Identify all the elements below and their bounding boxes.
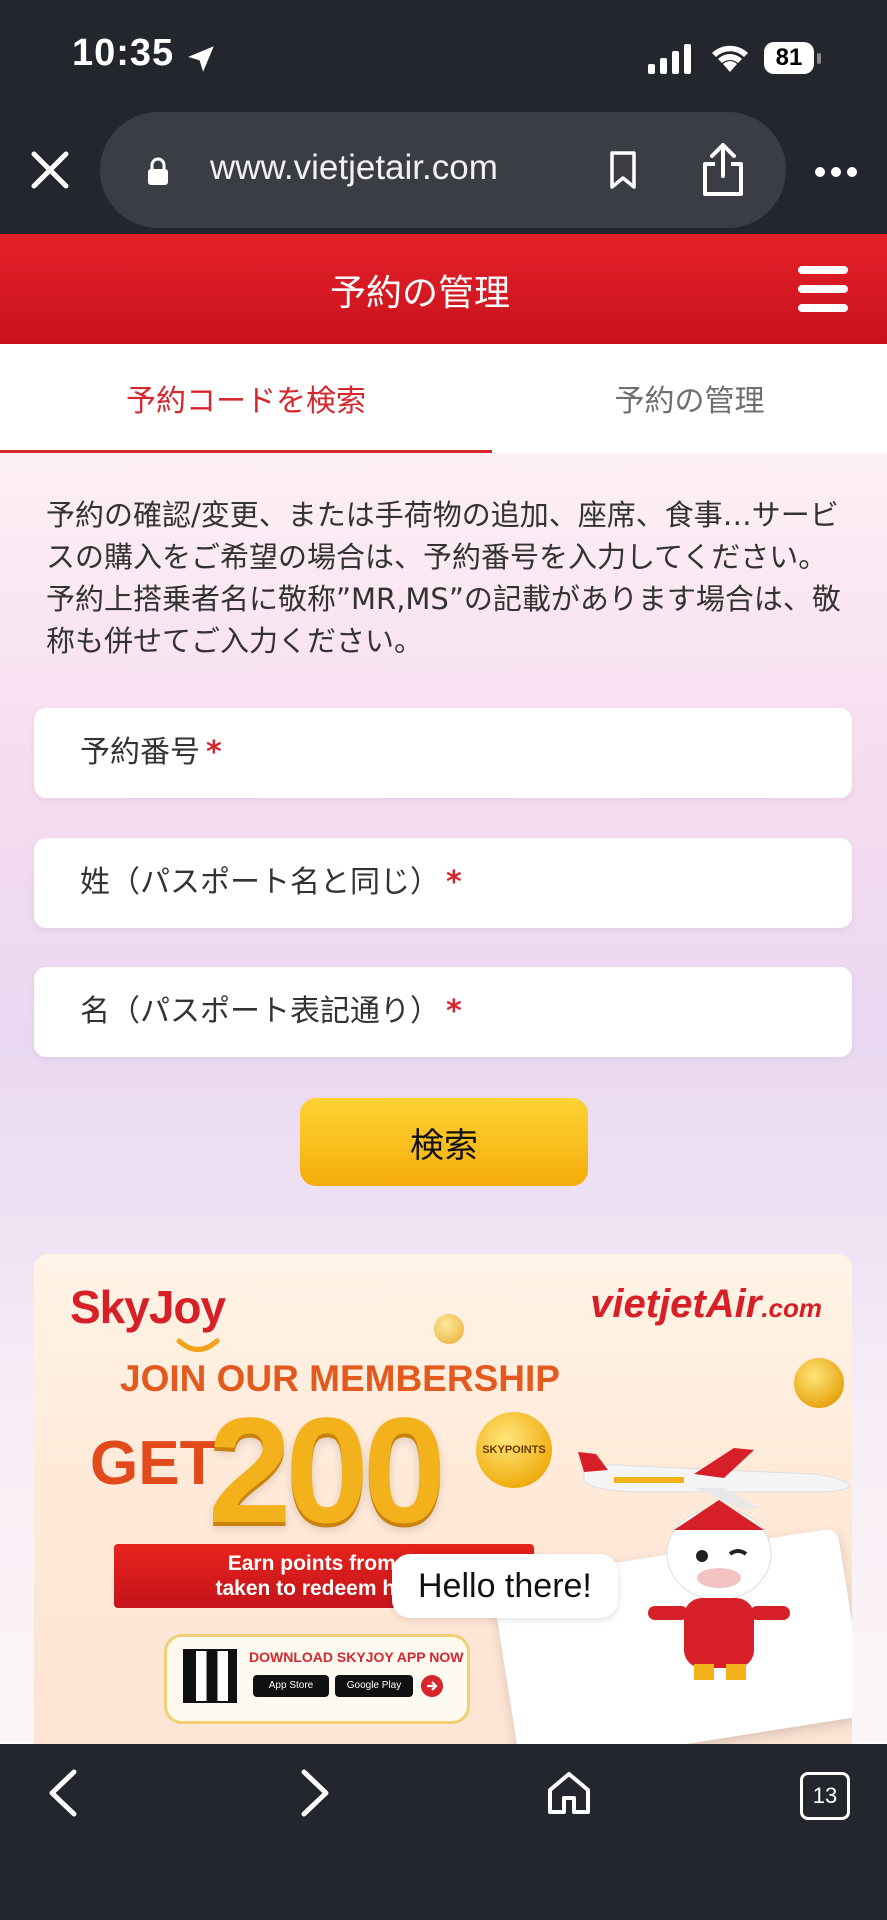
status-time: 10:35: [72, 32, 175, 74]
required-mark: *: [446, 994, 462, 1029]
first-name-field[interactable]: 名（パスポート表記通り） *: [34, 967, 852, 1057]
mascot-icon: [648, 1500, 790, 1680]
download-app-text: DOWNLOAD SKYJOY APP NOW: [249, 1649, 464, 1665]
forward-icon[interactable]: [298, 1768, 332, 1818]
download-app-box[interactable]: DOWNLOAD SKYJOY APP NOW App Store Google…: [164, 1634, 470, 1724]
vietjet-logo: vietjetAir.com: [590, 1282, 822, 1326]
tab-manage-booking[interactable]: 予約の管理: [492, 344, 887, 452]
google-play-badge[interactable]: Google Play: [335, 1675, 413, 1697]
battery-level: 81: [764, 42, 814, 74]
tabs-count-button[interactable]: 13: [800, 1772, 850, 1820]
share-icon[interactable]: [700, 142, 746, 198]
more-options-icon[interactable]: [814, 166, 858, 178]
skyjoy-logo: SkyJoy: [70, 1281, 226, 1333]
url-text[interactable]: www.vietjetair.com: [210, 148, 498, 188]
wifi-icon: [712, 45, 748, 72]
qr-code-icon: [183, 1649, 237, 1703]
skyjoy-promo-banner[interactable]: SkyJoy vietjetAir.com JOIN OUR MEMBERSHI…: [34, 1254, 852, 1744]
lock-icon: [148, 157, 168, 185]
required-mark: *: [446, 865, 462, 900]
browser-bottom-bar: [0, 1744, 887, 1920]
last-name-field[interactable]: 姓（パスポート名と同じ） *: [34, 838, 852, 928]
coin-decoration-icon: [434, 1314, 464, 1344]
skyjoy-smile-icon: [176, 1338, 220, 1352]
required-mark: *: [206, 735, 222, 770]
first-name-label: 名（パスポート表記通り）: [80, 994, 440, 1029]
skypoints-coin: SKYPOINTS: [476, 1412, 552, 1488]
back-icon[interactable]: [46, 1768, 80, 1818]
chat-greeting-bubble[interactable]: Hello there!: [392, 1554, 618, 1618]
booking-number-label: 予約番号: [80, 735, 200, 770]
location-arrow-icon: [188, 46, 214, 72]
cellular-signal-icon: [648, 44, 691, 74]
menu-icon[interactable]: [798, 266, 848, 312]
last-name-label: 姓（パスポート名と同じ）: [80, 865, 440, 900]
search-button[interactable]: 検索: [300, 1098, 588, 1186]
banner-points-number: 200: [208, 1386, 446, 1554]
app-store-badge[interactable]: App Store: [253, 1675, 329, 1697]
tab-bar: 予約コードを検索 予約の管理: [0, 344, 887, 452]
page-title: 予約の管理: [329, 273, 510, 314]
booking-number-field[interactable]: 予約番号 *: [34, 708, 852, 798]
battery-indicator: 81: [764, 42, 822, 76]
home-icon[interactable]: [546, 1770, 592, 1816]
banner-get-text: GET: [90, 1429, 218, 1498]
coin-decoration-icon: [794, 1358, 844, 1408]
intro-text: 予約の確認/変更、または手荷物の追加、座席、食事…サービスの購入をご希望の場合は…: [46, 498, 841, 658]
close-icon[interactable]: [22, 142, 78, 198]
tab-search-booking[interactable]: 予約コードを検索: [0, 344, 492, 452]
site-header: 予約の管理: [0, 234, 887, 344]
arrow-right-icon[interactable]: [421, 1675, 443, 1697]
bookmark-icon[interactable]: [608, 150, 638, 190]
